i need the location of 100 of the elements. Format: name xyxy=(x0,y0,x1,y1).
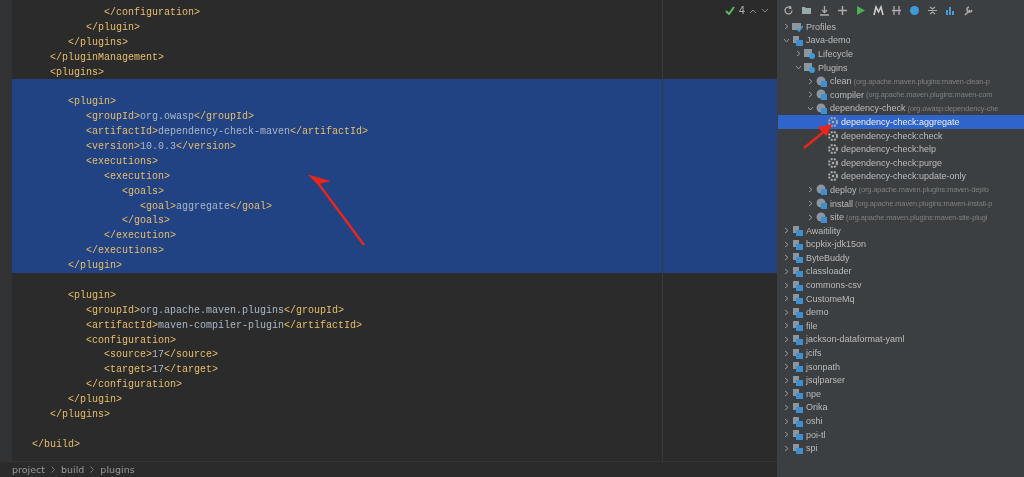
breadcrumb[interactable]: project xyxy=(12,464,45,475)
wrench-icon[interactable] xyxy=(963,4,974,16)
module-icon xyxy=(792,429,803,441)
chevron-right-icon[interactable] xyxy=(783,349,790,357)
module-icon xyxy=(792,320,803,332)
refresh-icon[interactable] xyxy=(783,4,794,16)
tree-item[interactable]: bcpkix-jdk15on xyxy=(806,239,867,250)
tree-item[interactable]: deploy xyxy=(830,184,857,195)
code-line: <goals> xyxy=(121,185,165,197)
gear-icon xyxy=(828,144,838,155)
download-icon[interactable] xyxy=(819,4,830,16)
module-icon xyxy=(792,279,803,291)
tree-item[interactable]: ByteBuddy xyxy=(806,252,850,263)
code-line: </plugins> xyxy=(49,409,111,420)
run-icon[interactable] xyxy=(855,4,866,16)
tree-item[interactable]: demo xyxy=(806,307,829,318)
tree-item[interactable]: oshi xyxy=(806,416,823,426)
m-icon[interactable] xyxy=(873,4,884,16)
tree-item[interactable]: dependency-check xyxy=(830,103,906,114)
gear-icon xyxy=(828,116,838,127)
chevron-right-icon[interactable] xyxy=(807,186,814,194)
chevron-right-icon[interactable] xyxy=(783,363,790,371)
chevron-right-icon[interactable] xyxy=(795,50,802,58)
chevron-right-icon[interactable] xyxy=(783,281,790,289)
chevron-right-icon[interactable] xyxy=(783,23,790,31)
chevron-right-icon[interactable] xyxy=(783,295,790,303)
chevron-right-icon[interactable] xyxy=(807,77,814,85)
module-icon xyxy=(792,361,803,373)
chevron-right-icon[interactable] xyxy=(783,403,790,411)
chevron-right-icon[interactable] xyxy=(807,91,814,99)
tree-item[interactable]: CustomeMq xyxy=(806,293,855,304)
chevron-right-icon[interactable] xyxy=(783,444,790,452)
chevron-right-icon[interactable] xyxy=(783,390,790,398)
chevron-right-icon[interactable] xyxy=(783,240,790,248)
tree-item[interactable]: Orika xyxy=(806,402,828,413)
profiles-icon xyxy=(792,21,803,33)
tree-item[interactable]: Java-demo xyxy=(806,35,851,46)
arrow xyxy=(802,124,832,150)
code-line: <goal>aggregate</goal> xyxy=(139,200,273,212)
breadcrumb[interactable]: build xyxy=(61,464,85,475)
tree-item[interactable]: file xyxy=(806,320,818,331)
chevron-right-icon[interactable] xyxy=(783,431,790,439)
tree-item[interactable]: commons-csv xyxy=(806,280,862,291)
tree-item[interactable]: jcifs xyxy=(806,348,822,359)
plugin-icon xyxy=(816,211,827,223)
tree-item[interactable]: Awaitility xyxy=(806,225,841,236)
tree-item[interactable]: classloader xyxy=(806,266,852,277)
code-line: <execution> xyxy=(103,170,171,182)
plus-icon[interactable] xyxy=(837,4,848,16)
chevron-right-icon[interactable] xyxy=(783,254,790,262)
tree-item[interactable]: Profiles xyxy=(806,21,836,32)
chevron-down-icon[interactable] xyxy=(807,104,814,112)
tree-item[interactable]: Plugins xyxy=(818,62,848,73)
chevron-right-icon[interactable] xyxy=(783,417,790,425)
tree-item[interactable]: install xyxy=(830,198,853,209)
code-line: <plugin> xyxy=(67,289,117,301)
chevron-down-icon[interactable] xyxy=(783,36,790,44)
chevron-right-icon[interactable] xyxy=(783,322,790,330)
tree-item[interactable]: spi xyxy=(806,443,818,454)
tree-item[interactable]: compiler xyxy=(830,89,864,100)
collapse-icon[interactable] xyxy=(927,4,938,16)
module-icon xyxy=(792,266,803,277)
chevron-right-icon[interactable] xyxy=(783,308,790,316)
chevron-right-icon[interactable] xyxy=(783,268,790,275)
tree-item[interactable]: dependency-check:check xyxy=(841,130,943,141)
tree-item[interactable]: poi-tl xyxy=(806,429,826,440)
module-icon xyxy=(792,293,803,305)
tree-item[interactable]: jsonpath xyxy=(806,361,841,372)
tree-item[interactable]: clean xyxy=(830,76,852,87)
check-icon[interactable] xyxy=(724,6,735,15)
module-icon xyxy=(792,442,803,454)
gear-icon xyxy=(828,171,838,182)
chevron-down-icon[interactable] xyxy=(795,64,802,72)
breadcrumb[interactable]: plugins xyxy=(100,464,135,475)
tree-item[interactable]: site xyxy=(830,212,844,223)
chevron-right-icon[interactable] xyxy=(783,227,790,235)
tree-item[interactable]: dependency-check:help xyxy=(841,144,937,155)
folder-icon[interactable] xyxy=(801,4,812,16)
module-icon xyxy=(792,225,803,237)
chevron-right-icon[interactable] xyxy=(807,200,814,207)
plugin-icon xyxy=(816,198,827,209)
module-icon xyxy=(792,34,803,46)
gear-icon xyxy=(828,130,838,141)
module-icon xyxy=(792,306,803,318)
tree-item[interactable]: npe xyxy=(806,388,822,399)
tree-item[interactable]: dependency-check:purge xyxy=(841,157,943,168)
chevron-right-icon[interactable] xyxy=(783,335,790,343)
tree-item[interactable]: dependency-check:update-only xyxy=(841,171,967,182)
chevron-right-icon[interactable] xyxy=(807,213,814,221)
code-line: </build> xyxy=(32,438,80,450)
chevron-right-icon[interactable] xyxy=(783,376,790,384)
folder-icon xyxy=(804,48,815,60)
tree-item[interactable]: jackson-dataformat-yaml xyxy=(806,334,905,345)
code-line: </plugin> xyxy=(67,260,123,272)
chevron-right-icon xyxy=(90,466,95,473)
inspection-count[interactable]: 4 xyxy=(738,5,745,16)
module-icon xyxy=(792,388,803,400)
tree-item[interactable]: Lifecycle xyxy=(818,49,853,59)
tree-item[interactable]: jsqlparser xyxy=(806,375,845,386)
chart-icon[interactable] xyxy=(945,4,956,16)
